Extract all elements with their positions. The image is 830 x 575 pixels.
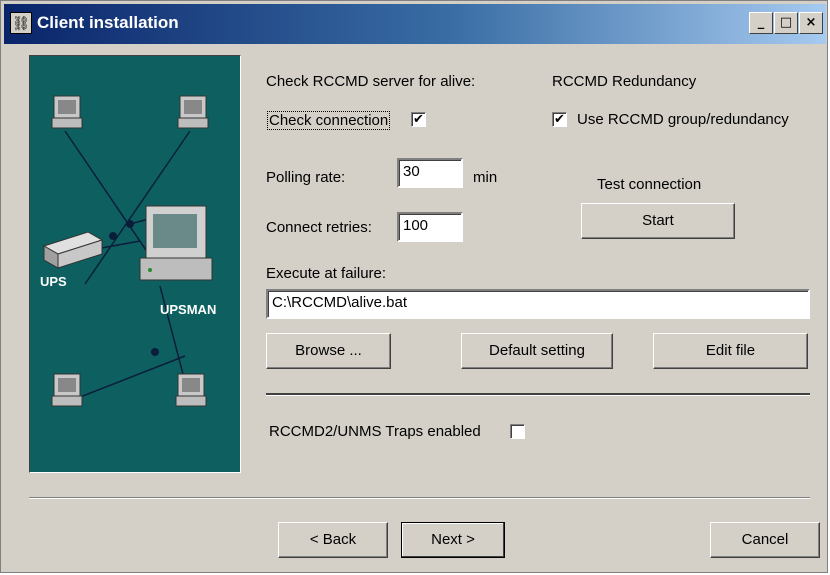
default-setting-button[interactable]: Default setting xyxy=(461,333,613,369)
browse-button[interactable]: Browse ... xyxy=(266,333,391,369)
start-test-button[interactable]: Start xyxy=(581,203,735,239)
cancel-button[interactable]: Cancel xyxy=(710,522,820,558)
execute-path-input[interactable]: C:\RCCMD\alive.bat xyxy=(266,289,810,319)
test-connection-heading: Test connection xyxy=(597,176,702,193)
footer-divider xyxy=(29,497,810,499)
connect-retries-label: Connect retries: xyxy=(266,219,372,236)
network-illustration: UPS UPSMAN xyxy=(29,55,241,473)
check-connection-checkbox[interactable]: ✔ xyxy=(411,112,426,127)
use-group-checkbox[interactable]: ✔ xyxy=(552,112,567,127)
app-icon: ⛓ xyxy=(10,12,32,34)
traps-enabled-checkbox[interactable] xyxy=(510,424,525,439)
upsman-label: UPSMAN xyxy=(160,302,216,317)
polling-rate-label: Polling rate: xyxy=(266,169,346,186)
minimize-button[interactable]: _ xyxy=(749,12,773,34)
close-button[interactable]: × xyxy=(799,12,823,34)
workstation-icon xyxy=(51,95,83,129)
ups-device-icon xyxy=(42,231,104,269)
use-group-label[interactable]: Use RCCMD group/redundancy xyxy=(577,111,789,128)
workstation-icon xyxy=(51,373,83,407)
ups-label: UPS xyxy=(40,274,67,289)
workstation-icon xyxy=(177,95,209,129)
back-button[interactable]: < Back xyxy=(278,522,388,558)
redundancy-heading: RCCMD Redundancy xyxy=(552,73,697,90)
window-title: Client installation xyxy=(37,13,179,32)
next-button[interactable]: Next > xyxy=(401,522,505,558)
network-diagram: UPS UPSMAN xyxy=(40,95,216,407)
upsman-computer-icon xyxy=(139,205,213,281)
connect-retries-input[interactable]: 100 xyxy=(397,212,463,242)
title-bar: ⛓ Client installation _ □ × xyxy=(4,4,826,44)
execute-at-failure-label: Execute at failure: xyxy=(266,265,387,282)
edit-file-button[interactable]: Edit file xyxy=(653,333,808,369)
traps-enabled-label[interactable]: RCCMD2/UNMS Traps enabled xyxy=(269,423,481,440)
section-divider xyxy=(266,393,810,396)
polling-rate-unit: min xyxy=(473,169,498,186)
alive-heading: Check RCCMD server for alive: xyxy=(266,73,476,90)
client-installation-window: ⛓ Client installation _ □ × UPS UPSMAN C… xyxy=(0,0,828,573)
workstation-icon xyxy=(175,373,207,407)
check-connection-label[interactable]: Check connection xyxy=(267,111,391,130)
maximize-button[interactable]: □ xyxy=(774,12,798,34)
polling-rate-input[interactable]: 30 xyxy=(397,158,463,188)
